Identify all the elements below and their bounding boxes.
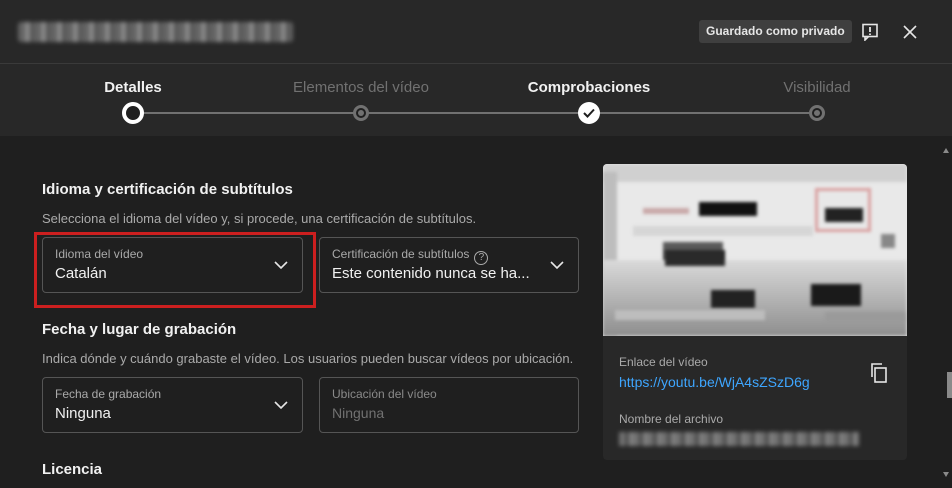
scroll-down-arrow-icon[interactable] (943, 472, 949, 477)
scroll-up-arrow-icon[interactable] (943, 148, 949, 153)
chevron-down-icon (550, 261, 564, 270)
step-comprobaciones-dot[interactable] (578, 102, 600, 124)
video-location-input[interactable]: Ubicación del vídeo Ninguna (319, 377, 579, 433)
annotation-highlight-box (34, 232, 316, 308)
video-thumbnail[interactable] (603, 164, 907, 336)
dialog-header: Guardado como privado (0, 0, 952, 64)
video-title (18, 22, 293, 42)
recording-date-select[interactable]: Fecha de grabación Ninguna (42, 377, 303, 433)
details-content: Idioma y certificación de subtítulos Sel… (0, 136, 940, 488)
caption-certification-label: Certificación de subtítulos (332, 247, 470, 261)
stepper-track (133, 112, 817, 114)
close-icon (903, 25, 917, 39)
license-section-title: Licencia (42, 461, 103, 478)
step-elementos-dot[interactable] (353, 105, 369, 121)
upload-stepper: Detalles Elementos del vídeo Comprobacio… (0, 64, 952, 136)
video-preview-card: Enlace del vídeo https://youtu.be/WjA4sZ… (603, 164, 907, 460)
video-location-placeholder: Ninguna (332, 405, 385, 421)
scroll-thumb[interactable] (947, 372, 952, 398)
subtitles-section-title: Idioma y certificación de subtítulos (42, 181, 293, 198)
video-link-label: Enlace del vídeo (619, 355, 708, 369)
check-icon (583, 108, 595, 118)
filename-label: Nombre del archivo (619, 412, 724, 426)
feedback-icon (862, 23, 878, 41)
step-comprobaciones-label[interactable]: Comprobaciones (528, 79, 651, 96)
recording-date-value: Ninguna (55, 405, 111, 422)
step-detalles-dot[interactable] (122, 102, 144, 124)
caption-certification-value: Este contenido nunca se ha... (332, 265, 530, 282)
recording-section-title: Fecha y lugar de grabación (42, 321, 237, 338)
chevron-down-icon (274, 401, 288, 410)
close-button[interactable] (898, 20, 922, 44)
content-scrollbar[interactable] (940, 136, 952, 488)
step-visibilidad-dot[interactable] (809, 105, 825, 121)
filename-value (619, 432, 859, 446)
step-visibilidad-label[interactable]: Visibilidad (783, 79, 850, 96)
subtitles-section-description: Selecciona el idioma del vídeo y, si pro… (42, 211, 477, 226)
step-detalles-label[interactable]: Detalles (104, 79, 162, 96)
video-link[interactable]: https://youtu.be/WjA4sZSzD6g (619, 374, 810, 390)
recording-section-description: Indica dónde y cuándo grabaste el vídeo.… (42, 351, 574, 366)
video-location-label: Ubicación del vídeo (332, 387, 437, 401)
recording-date-label: Fecha de grabación (55, 387, 162, 401)
caption-certification-select[interactable]: Certificación de subtítulos? Este conten… (319, 237, 579, 293)
step-elementos-label[interactable]: Elementos del vídeo (293, 79, 429, 96)
save-status-badge: Guardado como privado (699, 20, 852, 43)
feedback-button[interactable] (858, 20, 882, 44)
help-icon[interactable]: ? (474, 251, 489, 265)
copy-icon[interactable] (869, 362, 891, 384)
caption-certification-label-wrap: Certificación de subtítulos? (332, 247, 489, 265)
